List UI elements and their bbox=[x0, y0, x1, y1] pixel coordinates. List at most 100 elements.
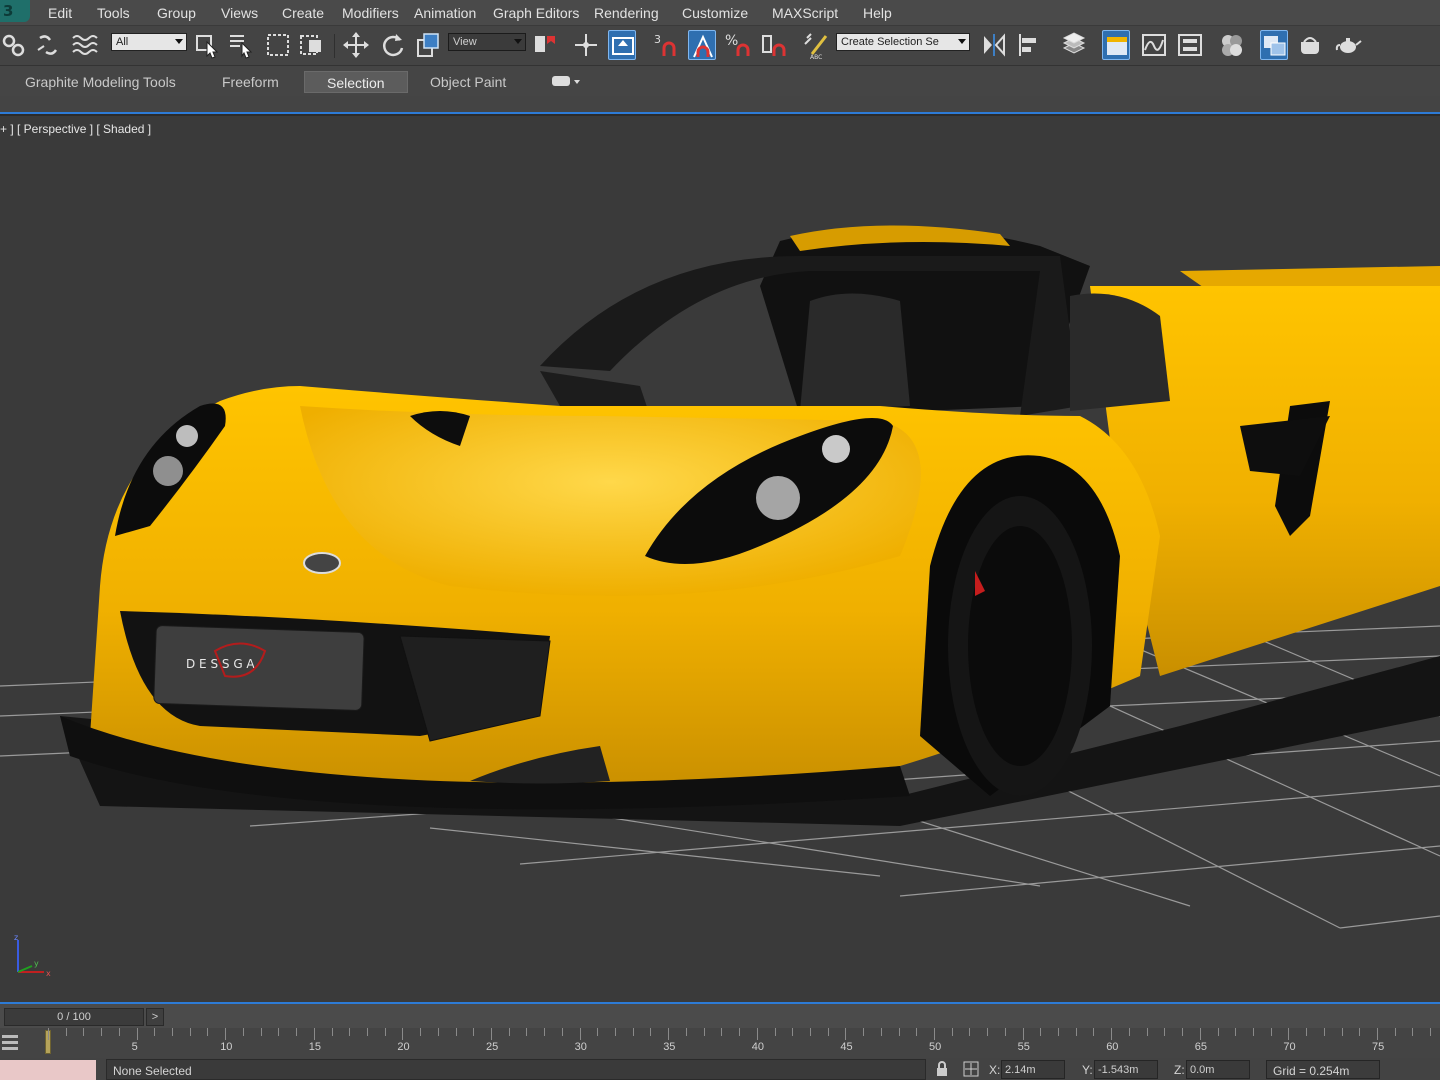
timeline-tick bbox=[331, 1028, 333, 1036]
timeline-tick bbox=[1164, 1028, 1166, 1036]
maxscript-listener-mini[interactable] bbox=[0, 1060, 96, 1080]
menu-help[interactable]: Help bbox=[863, 5, 892, 21]
select-and-move-icon[interactable] bbox=[342, 30, 370, 60]
select-and-manipulate-icon[interactable] bbox=[572, 30, 600, 60]
percent-snap-toggle-icon[interactable]: % bbox=[724, 30, 752, 60]
timeline-tick bbox=[703, 1028, 705, 1036]
tab-selection[interactable]: Selection bbox=[304, 71, 408, 93]
menu-maxscript[interactable]: MAXScript bbox=[772, 5, 838, 21]
spinner-snap-toggle-icon[interactable] bbox=[760, 30, 788, 60]
next-frame-button[interactable]: > bbox=[146, 1008, 164, 1026]
timeline-tick bbox=[1412, 1028, 1414, 1036]
app-logo[interactable]: 3 bbox=[0, 0, 30, 22]
selection-lock-icon[interactable] bbox=[934, 1061, 950, 1077]
select-and-scale-icon[interactable] bbox=[414, 30, 442, 60]
menu-customize[interactable]: Customize bbox=[682, 5, 748, 21]
tab-graphite-modeling-tools[interactable]: Graphite Modeling Tools bbox=[25, 71, 176, 93]
snaps-toggle-icon[interactable]: 3 bbox=[652, 30, 680, 60]
menu-graph-editors[interactable]: Graph Editors bbox=[493, 5, 579, 21]
select-and-rotate-icon[interactable] bbox=[378, 30, 406, 60]
select-object-icon[interactable] bbox=[193, 30, 221, 60]
timeline-tick bbox=[473, 1028, 475, 1036]
svg-text:%: % bbox=[725, 33, 738, 49]
selection-filter-dropdown[interactable]: All bbox=[111, 33, 187, 51]
timeline-tick bbox=[827, 1028, 829, 1036]
time-slider[interactable]: 0 / 100 bbox=[4, 1008, 144, 1026]
material-editor-icon[interactable] bbox=[1218, 30, 1246, 60]
timeline-tick bbox=[1111, 1028, 1113, 1040]
timeline-tick bbox=[1323, 1028, 1325, 1036]
menu-edit[interactable]: Edit bbox=[48, 5, 72, 21]
rendered-frame-window-icon[interactable] bbox=[1296, 30, 1324, 60]
z-coord-field[interactable]: 0.0m bbox=[1186, 1060, 1250, 1079]
render-production-teapot-icon[interactable] bbox=[1334, 30, 1362, 60]
timeline-tick-label: 45 bbox=[840, 1041, 853, 1053]
timeline-tick bbox=[898, 1028, 900, 1036]
chevron-down-icon bbox=[514, 39, 522, 44]
timeline-tick bbox=[951, 1028, 953, 1036]
curve-editor-icon[interactable] bbox=[1140, 30, 1168, 60]
menu-views[interactable]: Views bbox=[221, 5, 258, 21]
axis-z-label: z bbox=[14, 933, 18, 942]
perspective-viewport[interactable]: D E S S G A + ] [ Perspective ] [ Shaded… bbox=[0, 116, 1440, 1002]
y-coord-field[interactable]: -1.543m bbox=[1094, 1060, 1158, 1079]
graphite-toggle-icon[interactable] bbox=[1102, 30, 1130, 60]
timeline-tick bbox=[792, 1028, 794, 1036]
timeline-tick bbox=[225, 1028, 227, 1040]
axis-x-label: x bbox=[46, 969, 51, 978]
timeline-tick-label: 25 bbox=[486, 1041, 499, 1053]
menu-tools[interactable]: Tools bbox=[97, 5, 130, 21]
named-selection-dropdown[interactable]: Create Selection Se bbox=[836, 33, 970, 51]
timeline-tick bbox=[172, 1028, 174, 1036]
track-bar[interactable]: 5 10 15 20 25 30 35 40 45 50 55 60 65 70 75 bbox=[0, 1028, 1440, 1058]
timeline-tick bbox=[136, 1028, 138, 1040]
timeline-tick-label: 40 bbox=[751, 1041, 765, 1053]
ribbon-tabs: Graphite Modeling Tools Freeform Selecti… bbox=[0, 66, 1440, 96]
rectangular-selection-icon[interactable] bbox=[264, 30, 292, 60]
timeline-tick bbox=[845, 1028, 847, 1040]
time-slider-bar: 0 / 100 > bbox=[0, 1002, 1440, 1028]
timeline-tick bbox=[1075, 1028, 1077, 1036]
viewport-label[interactable]: + ] [ Perspective ] [ Shaded ] bbox=[0, 122, 151, 136]
timeline-tick bbox=[366, 1028, 368, 1036]
render-setup-icon[interactable] bbox=[1260, 30, 1288, 60]
align-icon[interactable] bbox=[1016, 30, 1044, 60]
selection-filter-value: All bbox=[116, 36, 129, 48]
mini-curve-editor-icon[interactable] bbox=[0, 1032, 22, 1052]
reference-coordinate-dropdown[interactable]: View bbox=[448, 33, 526, 51]
timeline-tick bbox=[313, 1028, 315, 1040]
mirror-icon[interactable] bbox=[980, 30, 1008, 60]
x-coord-field[interactable]: 2.14m bbox=[1001, 1060, 1065, 1079]
chevron-down-icon bbox=[175, 39, 183, 44]
timeline-tick-label: 70 bbox=[1283, 1041, 1296, 1053]
toolbar-separator bbox=[334, 34, 335, 58]
keyboard-shortcut-override-icon[interactable] bbox=[608, 30, 636, 60]
menu-rendering[interactable]: Rendering bbox=[594, 5, 659, 21]
axis-tripod-icon: z y x bbox=[14, 933, 51, 978]
menu-modifiers[interactable]: Modifiers bbox=[342, 5, 399, 21]
chevron-down-icon[interactable] bbox=[574, 80, 580, 84]
angle-snap-toggle-icon[interactable] bbox=[688, 30, 716, 60]
unlink-selection-icon[interactable] bbox=[34, 30, 62, 60]
select-and-link-icon[interactable] bbox=[0, 30, 28, 60]
ribbon-options-icon[interactable] bbox=[552, 76, 570, 86]
select-by-name-icon[interactable] bbox=[227, 30, 255, 60]
absolute-mode-transform-icon[interactable] bbox=[963, 1061, 979, 1077]
tab-freeform[interactable]: Freeform bbox=[222, 71, 279, 93]
timeline-tick bbox=[880, 1028, 882, 1036]
layer-manager-icon[interactable] bbox=[1060, 30, 1088, 60]
bind-to-space-warp-icon[interactable] bbox=[70, 30, 98, 60]
menu-group[interactable]: Group bbox=[157, 5, 196, 21]
menu-animation[interactable]: Animation bbox=[414, 5, 476, 21]
tab-object-paint[interactable]: Object Paint bbox=[430, 71, 506, 93]
menu-create[interactable]: Create bbox=[282, 5, 324, 21]
timeline-tick bbox=[189, 1028, 191, 1036]
schematic-view-icon[interactable] bbox=[1176, 30, 1204, 60]
timeline-tick bbox=[508, 1028, 510, 1036]
window-crossing-icon[interactable] bbox=[298, 30, 326, 60]
timeline-tick bbox=[83, 1028, 85, 1036]
timeline-tick bbox=[278, 1028, 280, 1036]
use-pivot-point-center-icon[interactable] bbox=[532, 30, 560, 60]
timeline-tick bbox=[615, 1028, 617, 1036]
edit-named-selection-sets-icon[interactable]: ABC bbox=[802, 30, 830, 61]
